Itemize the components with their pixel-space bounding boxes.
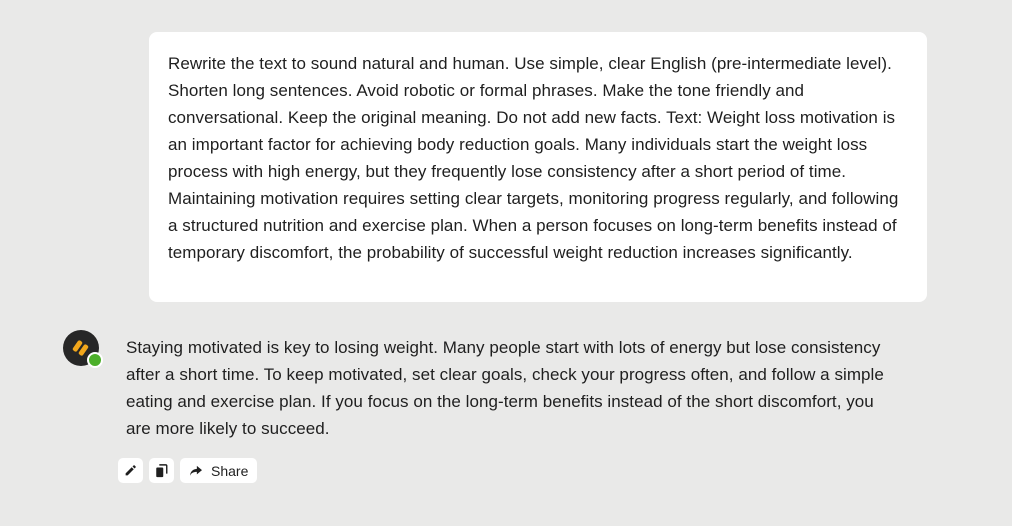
share-button[interactable]: Share xyxy=(180,458,258,483)
user-message-bubble: Rewrite the text to sound natural and hu… xyxy=(149,32,927,302)
share-label: Share xyxy=(211,462,249,479)
online-status-dot xyxy=(87,352,103,368)
assistant-avatar xyxy=(63,330,103,368)
share-arrow-icon xyxy=(190,465,202,476)
message-actions: Share xyxy=(118,458,258,483)
assistant-message: Staying motivated is key to losing weigh… xyxy=(126,334,886,442)
pencil-icon xyxy=(125,465,136,476)
assistant-message-text: Staying motivated is key to losing weigh… xyxy=(126,338,884,438)
copy-button[interactable] xyxy=(149,458,174,483)
edit-button[interactable] xyxy=(118,458,143,483)
copy-icon xyxy=(156,463,168,477)
user-message-text: Rewrite the text to sound natural and hu… xyxy=(168,54,899,262)
